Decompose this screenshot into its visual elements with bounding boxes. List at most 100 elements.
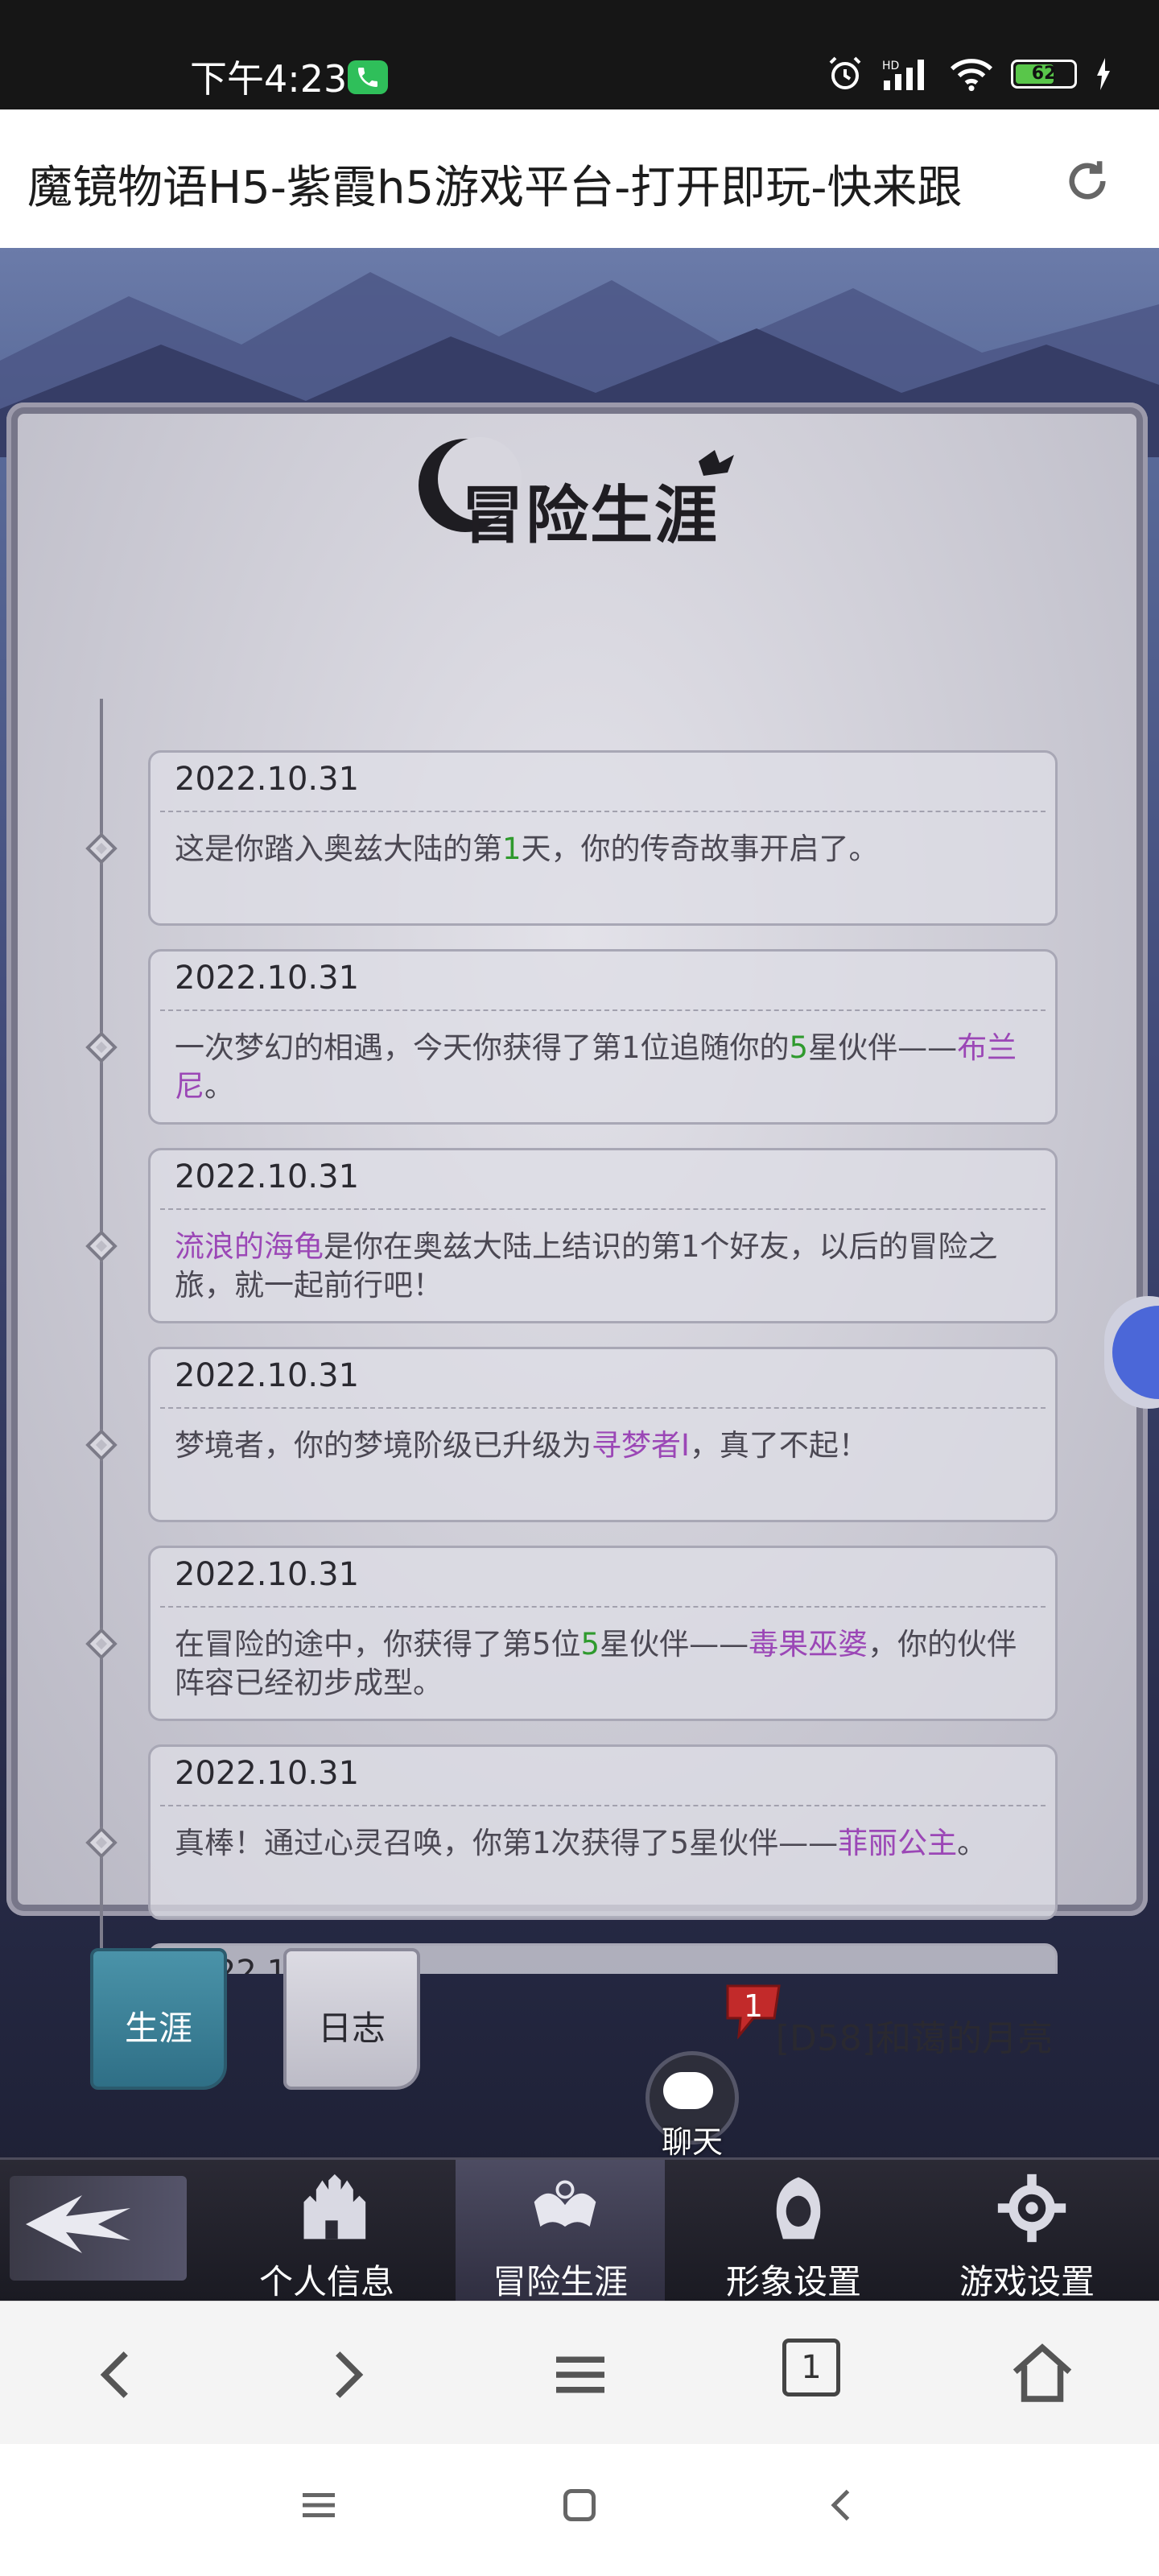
winged-book-icon bbox=[528, 2169, 602, 2247]
entry-text-segment: 真棒！通过心灵召唤，你第1次获得了5星伙伴—— bbox=[175, 1826, 839, 1860]
chat-label: 聊天 bbox=[661, 2124, 723, 2160]
entry-date: 2022.10.31 bbox=[175, 761, 360, 798]
hooded-figure-icon bbox=[761, 2169, 835, 2247]
entry-date: 2022.10.31 bbox=[175, 1755, 360, 1792]
svg-text:HD: HD bbox=[882, 60, 899, 72]
nav-label: 形象设置 bbox=[725, 2262, 861, 2301]
nav-item-3[interactable]: 形象设置 bbox=[689, 2160, 898, 2301]
gear-icon bbox=[995, 2169, 1069, 2247]
entry-divider bbox=[160, 1606, 1046, 1608]
game-bottom-nav: 个人信息 冒险生涯 形象设置 游戏设置 bbox=[0, 2157, 1159, 2301]
castle-icon bbox=[295, 2169, 369, 2247]
nav-label: 游戏设置 bbox=[959, 2262, 1095, 2301]
entry-divider bbox=[160, 1805, 1046, 1806]
entry-date: 2022.10.31 bbox=[175, 1158, 360, 1195]
call-icon bbox=[348, 60, 388, 94]
status-time: 下午4:23 bbox=[190, 57, 348, 101]
menu-icon[interactable] bbox=[544, 2339, 617, 2411]
chat-badge-count: 1 bbox=[743, 1988, 764, 2024]
nav-label: 冒险生涯 bbox=[492, 2262, 628, 2301]
system-nav-bar bbox=[0, 2444, 1159, 2576]
entry-highlight: 毒果巫婆 bbox=[749, 1627, 868, 1662]
tab-career[interactable]: 生涯 bbox=[90, 1948, 227, 2090]
page-title[interactable]: 魔镜物语H5-紫霞h5游戏平台-打开即玩-快来跟 bbox=[27, 151, 1017, 209]
timeline-node-icon bbox=[85, 1628, 118, 1660]
wifi-icon bbox=[950, 59, 993, 92]
entry-text-segment: 这是你踏入奥兹大陆的第 bbox=[175, 832, 502, 866]
timeline-node-icon bbox=[85, 1429, 118, 1461]
back-wing-button[interactable] bbox=[10, 2176, 187, 2281]
entry-text-segment: 。 bbox=[204, 1069, 234, 1104]
status-bar: 下午4:23 HD 62 bbox=[0, 0, 1159, 109]
nav-item-1[interactable]: 个人信息 bbox=[222, 2160, 431, 2301]
timeline-node-icon bbox=[85, 1827, 118, 1859]
entry-text-segment: 在冒险的途中，你获得了第5位 bbox=[175, 1627, 581, 1662]
entry-date: 2022.10.31 bbox=[175, 1357, 360, 1394]
game-canvas[interactable]: 冒险生涯 2022.10.31 这是你踏入奥兹大陆的第1天，你的传奇故事开启了。 2… bbox=[0, 248, 1159, 2301]
entry-highlight: 流浪的海龟 bbox=[175, 1229, 324, 1264]
entry-text-segment: ，真了不起！ bbox=[689, 1428, 868, 1463]
browser-toolbar: 1 bbox=[0, 2301, 1159, 2445]
battery-level: 62 bbox=[1031, 64, 1057, 84]
career-panel: 冒险生涯 2022.10.31 这是你踏入奥兹大陆的第1天，你的传奇故事开启了。 2… bbox=[6, 402, 1148, 2059]
refresh-icon[interactable] bbox=[1061, 155, 1114, 208]
tab-count-button[interactable]: 1 bbox=[782, 2339, 840, 2396]
timeline-entry: 2022.10.31 真棒！通过心灵召唤，你第1次获得了5星伙伴——菲丽公主。 bbox=[148, 1744, 1058, 1920]
entry-date: 2022.10.31 bbox=[175, 1556, 360, 1593]
nav-item-2[interactable]: 冒险生涯 bbox=[456, 2160, 665, 2301]
entry-divider bbox=[160, 1407, 1046, 1409]
entry-text: 真棒！通过心灵召唤，你第1次获得了5星伙伴——菲丽公主。 bbox=[175, 1824, 1028, 1863]
timeline-entry: 2022.10.31 流浪的海龟是你在奥兹大陆上结识的第1个好友，以后的冒险之旅，… bbox=[148, 1148, 1058, 1323]
timeline-entry: 2022.10.31 在冒险的途中，你获得了第5位5星伙伴——毒果巫婆，你的伙伴阵… bbox=[148, 1546, 1058, 1721]
charging-icon bbox=[1097, 58, 1110, 90]
forward-icon[interactable] bbox=[311, 2339, 383, 2411]
entry-highlight: 寻梦者I bbox=[592, 1428, 690, 1463]
timeline-entry: 2022.10.31 一次梦幻的相遇，今天你获得了第1位追随你的5星伙伴——布兰尼… bbox=[148, 949, 1058, 1125]
nav-label: 个人信息 bbox=[258, 2262, 394, 2301]
tab-log-label: 日志 bbox=[317, 2008, 386, 2048]
player-name: [D58]和蔼的月亮 bbox=[775, 2018, 1053, 2059]
timeline-entry: 2022.10.31 这是你踏入奥兹大陆的第1天，你的传奇故事开启了。 bbox=[148, 750, 1058, 926]
tab-log[interactable]: 日志 bbox=[283, 1948, 420, 2090]
timeline-entry: 2022.10.31 梦境者，你的梦境阶级已升级为寻梦者I，真了不起！ bbox=[148, 1347, 1058, 1522]
entry-text-segment: 一次梦幻的相遇，今天你获得了第1位追随你的 bbox=[175, 1030, 790, 1065]
nav-item-4[interactable]: 游戏设置 bbox=[922, 2160, 1132, 2301]
timeline-list[interactable]: 2022.10.31 这是你踏入奥兹大陆的第1天，你的传奇故事开启了。 2022.1… bbox=[148, 750, 1066, 1974]
entry-text: 这是你踏入奥兹大陆的第1天，你的传奇故事开启了。 bbox=[175, 830, 1028, 869]
entry-text-segment: 天，你的传奇故事开启了。 bbox=[521, 832, 879, 866]
entry-divider bbox=[160, 1208, 1046, 1210]
entry-text: 流浪的海龟是你在奥兹大陆上结识的第1个好友，以后的冒险之旅，就一起前行吧！ bbox=[175, 1228, 1028, 1305]
alarm-icon bbox=[829, 56, 861, 89]
chat-bubble-icon bbox=[663, 2072, 713, 2109]
entry-divider bbox=[160, 811, 1046, 812]
entry-text-segment: 星伙伴—— bbox=[808, 1030, 958, 1065]
entry-text: 在冒险的途中，你获得了第5位5星伙伴——毒果巫婆，你的伙伴阵容已经初步成型。 bbox=[175, 1625, 1028, 1703]
entry-divider bbox=[160, 1009, 1046, 1011]
signal-icon: HD bbox=[882, 60, 924, 90]
timeline-line bbox=[100, 699, 103, 1979]
back-triangle-icon[interactable] bbox=[818, 2481, 866, 2529]
recents-icon[interactable] bbox=[295, 2481, 343, 2529]
panel-title: 冒险生涯 bbox=[460, 479, 719, 552]
tab-career-label: 生涯 bbox=[124, 2008, 192, 2048]
entry-text: 梦境者，你的梦境阶级已升级为寻梦者I，真了不起！ bbox=[175, 1426, 1028, 1465]
battery-icon: 62 bbox=[1011, 60, 1077, 89]
entry-highlight: 1 bbox=[502, 832, 522, 866]
entry-text-segment: 。 bbox=[957, 1826, 988, 1860]
entry-text-segment: 星伙伴—— bbox=[600, 1627, 749, 1662]
back-icon[interactable] bbox=[80, 2339, 153, 2411]
entry-highlight: 5 bbox=[580, 1627, 600, 1662]
entry-text: 一次梦幻的相遇，今天你获得了第1位追随你的5星伙伴——布兰尼。 bbox=[175, 1029, 1028, 1106]
home-square-icon[interactable] bbox=[555, 2481, 604, 2529]
timeline-node-icon bbox=[85, 1031, 118, 1063]
entry-date: 2022.10.31 bbox=[175, 960, 360, 997]
entry-highlight: 5 bbox=[789, 1030, 809, 1065]
entry-highlight: 菲丽公主 bbox=[838, 1826, 958, 1860]
home-icon[interactable] bbox=[1006, 2339, 1079, 2411]
entry-text-segment: 梦境者，你的梦境阶级已升级为 bbox=[175, 1428, 592, 1463]
timeline-node-icon bbox=[85, 1230, 118, 1262]
timeline-node-icon bbox=[85, 832, 118, 865]
assistant-icon bbox=[1112, 1306, 1159, 1399]
browser-title-bar: 魔镜物语H5-紫霞h5游戏平台-打开即玩-快来跟 bbox=[0, 109, 1159, 249]
wing-back-icon bbox=[26, 2195, 130, 2253]
